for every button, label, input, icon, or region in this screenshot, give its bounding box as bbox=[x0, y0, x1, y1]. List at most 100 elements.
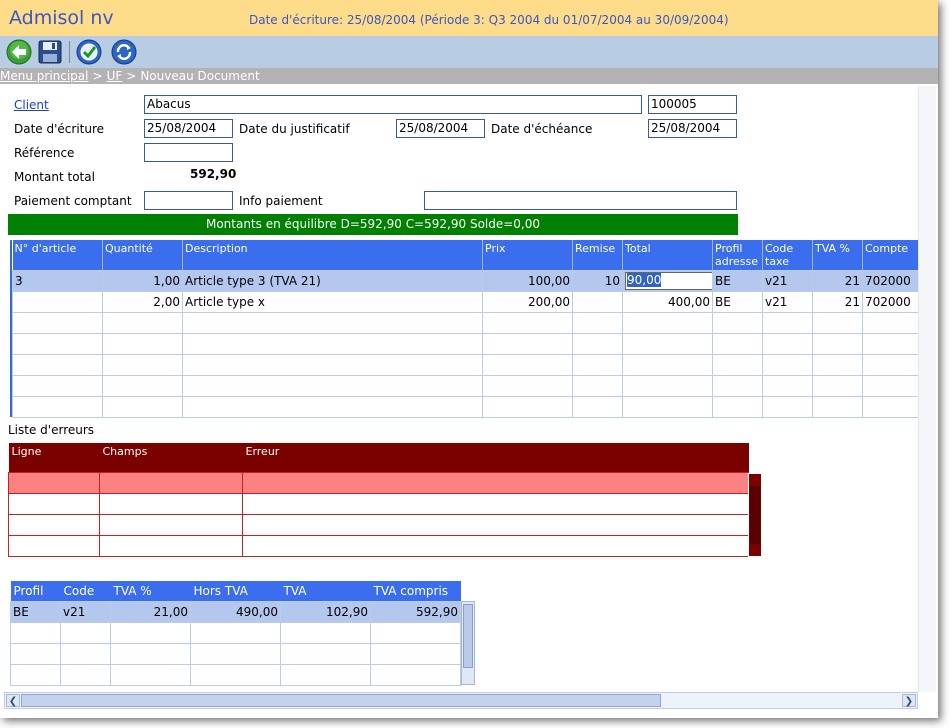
cell[interactable] bbox=[10, 663, 61, 686]
cell-code-taxe[interactable]: v21 bbox=[762, 291, 813, 313]
cell[interactable] bbox=[862, 396, 921, 418]
save-icon[interactable] bbox=[37, 39, 63, 65]
total-edit-input[interactable]: 90,00 bbox=[625, 272, 712, 290]
cell[interactable] bbox=[99, 534, 243, 557]
col-header-profil-adresse[interactable]: Profil adresse bbox=[712, 240, 763, 271]
cell-tva-compris[interactable]: 592,90 bbox=[370, 600, 461, 623]
date-justificatif-field[interactable]: 25/08/2004 bbox=[396, 119, 485, 138]
cell[interactable] bbox=[482, 312, 573, 334]
cell[interactable] bbox=[622, 396, 713, 418]
cell-compte[interactable]: 702000 bbox=[862, 270, 921, 292]
cell-total-editing[interactable]: 90,00 bbox=[622, 270, 713, 292]
cell[interactable] bbox=[182, 396, 483, 418]
cell[interactable] bbox=[110, 663, 191, 686]
cell-remise[interactable] bbox=[572, 291, 623, 313]
validate-icon[interactable] bbox=[76, 39, 102, 65]
cell-tva-pct[interactable]: 21,00 bbox=[110, 600, 191, 623]
cell-quantite[interactable]: 2,00 bbox=[102, 291, 183, 313]
cell[interactable] bbox=[622, 312, 713, 334]
cell-prix[interactable]: 100,00 bbox=[482, 270, 573, 292]
cell[interactable] bbox=[99, 513, 243, 536]
error-scroll-thumb[interactable] bbox=[750, 486, 760, 544]
client-code-field[interactable]: 100005 bbox=[648, 95, 737, 114]
cell[interactable] bbox=[280, 663, 371, 686]
cell-quantite[interactable]: 1,00 bbox=[102, 270, 183, 292]
col-header-code-taxe[interactable]: Code taxe bbox=[762, 240, 813, 271]
article-row[interactable]: 2,00 Article type x 200,00 400,00 BE v21… bbox=[12, 291, 921, 313]
cell[interactable] bbox=[712, 375, 763, 397]
cell[interactable] bbox=[622, 333, 713, 355]
cell[interactable] bbox=[102, 333, 183, 355]
cell[interactable] bbox=[572, 333, 623, 355]
client-field[interactable]: Abacus bbox=[144, 95, 642, 114]
cell[interactable] bbox=[99, 471, 243, 494]
cell[interactable] bbox=[712, 333, 763, 355]
cell-compte[interactable]: 702000 bbox=[862, 291, 921, 313]
col-header-prix[interactable]: Prix bbox=[482, 240, 573, 271]
cell[interactable] bbox=[182, 312, 483, 334]
cell-num-article[interactable]: 3 bbox=[12, 270, 103, 292]
vat-scroll-thumb[interactable] bbox=[463, 604, 473, 668]
cell-total[interactable]: 400,00 bbox=[622, 291, 713, 313]
vat-row[interactable] bbox=[10, 621, 461, 644]
error-row[interactable] bbox=[8, 513, 749, 536]
date-echeance-field[interactable]: 25/08/2004 bbox=[648, 119, 737, 138]
cell[interactable] bbox=[182, 333, 483, 355]
error-row[interactable] bbox=[8, 471, 749, 494]
cell[interactable] bbox=[482, 375, 573, 397]
cell[interactable] bbox=[242, 534, 749, 557]
article-row[interactable]: 3 1,00 Article type 3 (TVA 21) 100,00 10… bbox=[12, 270, 921, 292]
col-header-compte[interactable]: Compte bbox=[862, 240, 921, 271]
cell-profil[interactable]: BE bbox=[712, 270, 763, 292]
article-row[interactable] bbox=[12, 312, 921, 334]
cell[interactable] bbox=[812, 375, 863, 397]
page-vertical-scrollbar[interactable] bbox=[918, 86, 936, 692]
col-header-tva[interactable]: TVA % bbox=[812, 240, 863, 271]
cell[interactable] bbox=[242, 513, 749, 536]
cell[interactable] bbox=[572, 354, 623, 376]
cell[interactable] bbox=[712, 312, 763, 334]
article-row[interactable] bbox=[12, 375, 921, 397]
cell[interactable] bbox=[8, 471, 100, 494]
error-row[interactable] bbox=[8, 492, 749, 515]
cell[interactable] bbox=[572, 312, 623, 334]
cell[interactable] bbox=[102, 354, 183, 376]
article-row[interactable] bbox=[12, 396, 921, 418]
cell[interactable] bbox=[242, 471, 749, 494]
cell[interactable] bbox=[242, 492, 749, 515]
cell-tva[interactable]: 21 bbox=[812, 270, 863, 292]
cell-profil[interactable]: BE bbox=[10, 600, 61, 623]
article-row[interactable] bbox=[12, 354, 921, 376]
cell[interactable] bbox=[762, 312, 813, 334]
cell-prix[interactable]: 200,00 bbox=[482, 291, 573, 313]
cell[interactable] bbox=[10, 642, 61, 665]
cell[interactable] bbox=[370, 663, 461, 686]
cell[interactable] bbox=[812, 312, 863, 334]
col-header-hors-tva[interactable]: Hors TVA bbox=[190, 581, 281, 601]
cell-code[interactable]: v21 bbox=[60, 600, 111, 623]
cell[interactable] bbox=[12, 354, 103, 376]
cell[interactable] bbox=[812, 333, 863, 355]
cell[interactable] bbox=[102, 312, 183, 334]
breadcrumb-menu-principal[interactable]: Menu principal bbox=[0, 69, 89, 83]
cell-remise[interactable]: 10 bbox=[572, 270, 623, 292]
col-header-description[interactable]: Description bbox=[182, 240, 483, 271]
cell[interactable] bbox=[572, 375, 623, 397]
cell[interactable] bbox=[482, 354, 573, 376]
cell-code-taxe[interactable]: v21 bbox=[762, 270, 813, 292]
cell[interactable] bbox=[190, 642, 281, 665]
cell-description[interactable]: Article type 3 (TVA 21) bbox=[182, 270, 483, 292]
scroll-left-icon[interactable]: ❮ bbox=[6, 694, 20, 707]
cell-hors-tva[interactable]: 490,00 bbox=[190, 600, 281, 623]
date-ecriture-field[interactable]: 25/08/2004 bbox=[144, 119, 233, 138]
cell[interactable] bbox=[812, 396, 863, 418]
col-header-quantite[interactable]: Quantité bbox=[102, 240, 183, 271]
cell[interactable] bbox=[10, 621, 61, 644]
cell[interactable] bbox=[762, 375, 813, 397]
cell[interactable] bbox=[190, 621, 281, 644]
col-header-erreur[interactable]: Erreur bbox=[242, 443, 749, 472]
cell[interactable] bbox=[762, 333, 813, 355]
cell[interactable] bbox=[8, 534, 100, 557]
cell[interactable] bbox=[102, 375, 183, 397]
cell[interactable] bbox=[12, 375, 103, 397]
